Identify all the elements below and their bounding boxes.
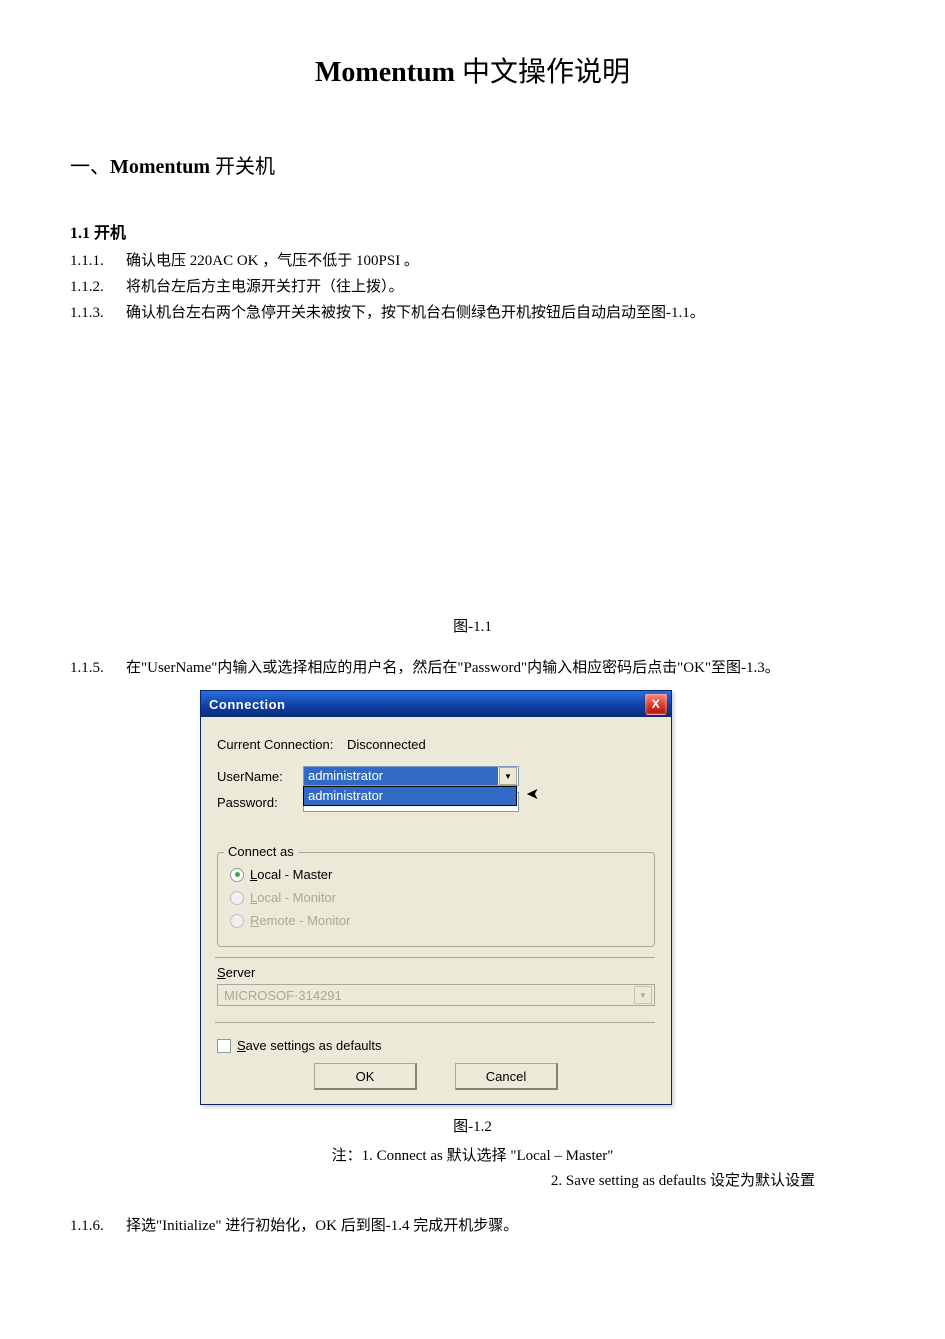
radio-icon bbox=[230, 891, 244, 905]
page-title: Momentum 中文操作说明 bbox=[70, 50, 875, 90]
username-label: UserName: bbox=[217, 769, 303, 784]
username-option-administrator[interactable]: administrator bbox=[304, 787, 516, 805]
save-defaults-checkbox[interactable]: Save settings as defaults bbox=[217, 1038, 655, 1053]
checkbox-icon bbox=[217, 1039, 231, 1053]
close-button[interactable]: X bbox=[645, 693, 667, 715]
item-1.1.2: 1.1.2.将机台左后方主电源开关打开（往上拨）。 bbox=[70, 275, 875, 299]
password-label: Password: bbox=[217, 795, 303, 810]
server-combobox: MICROSOF·314291 ▼ bbox=[217, 984, 655, 1006]
connection-dialog: Connection X Current Connection: Disconn… bbox=[200, 690, 672, 1105]
title-rest: 中文操作说明 bbox=[455, 57, 630, 88]
item-1.1.6: 1.1.6.择选"Initialize" 进行初始化，OK 后到图-1.4 完成… bbox=[70, 1214, 875, 1238]
cancel-button[interactable]: Cancel bbox=[455, 1063, 558, 1090]
item-1.1.5: 1.1.5.在"UserName"内输入或选择相应的用户名，然后在"Passwo… bbox=[70, 656, 875, 680]
close-icon: X bbox=[652, 697, 661, 711]
dialog-title: Connection bbox=[209, 697, 286, 712]
item-1.1.1: 1.1.1.确认电压 220AC OK ，气压不低于 100PSI 。 bbox=[70, 249, 875, 273]
chevron-down-icon[interactable]: ▼ bbox=[499, 767, 517, 785]
radio-local-master[interactable]: Local - Master bbox=[230, 867, 642, 882]
ok-button[interactable]: OK bbox=[314, 1063, 417, 1090]
item-1.1.3: 1.1.3.确认机台左右两个急停开关未被按下，按下机台右侧绿色开机按钮后自动启动… bbox=[70, 301, 875, 325]
radio-local-monitor: Local - Monitor bbox=[230, 890, 642, 905]
figure-1.1-label: 图-1.1 bbox=[70, 615, 875, 636]
server-value: MICROSOF·314291 bbox=[218, 988, 632, 1003]
chevron-down-icon: ▼ bbox=[634, 986, 652, 1004]
current-connection-value: Disconnected bbox=[347, 737, 426, 752]
radio-remote-monitor: Remote - Monitor bbox=[230, 913, 642, 928]
dialog-titlebar[interactable]: Connection X bbox=[201, 691, 671, 717]
radio-icon bbox=[230, 914, 244, 928]
note-2: 2. Save setting as defaults 设定为默认设置 bbox=[70, 1169, 875, 1190]
figure-1.2-label: 图-1.2 bbox=[70, 1115, 875, 1136]
username-value: administrator bbox=[304, 767, 498, 785]
connect-as-group: Connect as Local - Master Local - Monito… bbox=[217, 852, 655, 947]
section-1-heading: 一、Momentum 开关机 bbox=[70, 150, 875, 179]
cursor-icon: ➤ bbox=[526, 784, 539, 804]
current-connection-label: Current Connection: bbox=[217, 737, 347, 752]
server-label: Server bbox=[217, 965, 655, 980]
subsection-1.1: 1.1 开机 bbox=[70, 219, 875, 243]
username-combobox[interactable]: administrator ▼ bbox=[303, 766, 519, 786]
connect-as-legend: Connect as bbox=[224, 844, 298, 859]
title-strong: Momentum bbox=[315, 57, 455, 88]
figure-1.1-placeholder bbox=[70, 327, 875, 607]
note-1: 注：1. Connect as 默认选择 "Local – Master" bbox=[70, 1144, 875, 1165]
username-dropdown[interactable]: administrator bbox=[303, 786, 517, 806]
radio-icon bbox=[230, 868, 244, 882]
